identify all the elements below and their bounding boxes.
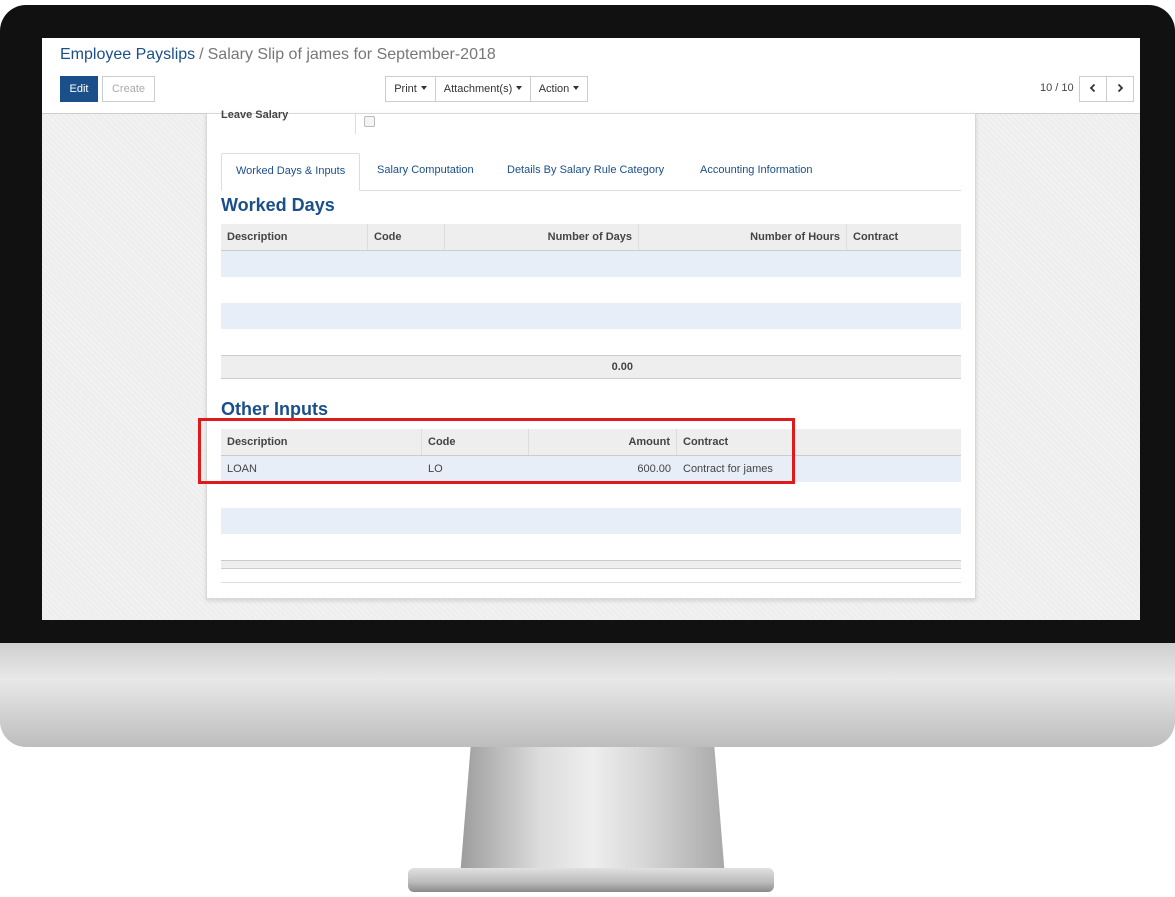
pager-previous-button[interactable] (1079, 76, 1107, 102)
caret-down-icon (420, 86, 427, 90)
table-row (221, 251, 961, 277)
table-row (221, 534, 961, 560)
breadcrumb-parent-link[interactable]: Employee Payslips (60, 46, 195, 63)
chevron-left-icon (1089, 83, 1096, 93)
table-row (221, 508, 961, 534)
breadcrumb-current: Salary Slip of james for September-2018 (207, 46, 496, 63)
field-divider (355, 114, 356, 134)
monitor-stand-base (408, 868, 774, 892)
pager-value[interactable]: 10 / 10 (1040, 82, 1074, 94)
table-row (221, 482, 961, 509)
caret-down-icon (516, 86, 523, 90)
table-header: Description Code Number of Days Number o… (221, 224, 961, 251)
attachments-label: Attachment(s) (443, 83, 513, 95)
tab-salary-computation[interactable]: Salary Computation (363, 153, 488, 190)
pager-next-button[interactable] (1106, 76, 1134, 102)
column-header[interactable]: Contract (847, 224, 961, 250)
tab-worked-days-inputs[interactable]: Worked Days & Inputs (221, 153, 361, 191)
table-row (221, 277, 961, 303)
tab-accounting-information[interactable]: Accounting Information (686, 153, 827, 190)
control-panel: Employee Payslips / Salary Slip of james f… (42, 38, 1140, 114)
leave-salary-checkbox[interactable] (364, 116, 375, 127)
worked-days-title: Worked Days (221, 195, 335, 215)
action-label: Action (538, 83, 570, 95)
column-header[interactable]: Number of Days (445, 224, 639, 250)
leave-salary-label: Leave Salary (221, 109, 289, 121)
print-dropdown-button[interactable]: Print (385, 76, 436, 102)
table-footer (221, 560, 961, 569)
table-bottom-border (221, 582, 961, 583)
breadcrumb-separator: / (199, 46, 204, 63)
form-sheet: Leave Salary Worked Days & Inputs Salary… (206, 109, 976, 599)
monitor-chin (0, 643, 1175, 747)
worked-days-table: Description Code Number of Days Number o… (221, 224, 961, 380)
create-button[interactable]: Create (102, 76, 155, 102)
action-dropdown-button[interactable]: Action (530, 76, 588, 102)
table-row (221, 303, 961, 329)
table-row (221, 329, 961, 355)
caret-down-icon (573, 86, 580, 90)
highlight-annotation-box (198, 418, 795, 484)
column-header[interactable]: Description (221, 224, 368, 250)
total-days-value: 0.00 (611, 361, 633, 373)
screen: Employee Payslips / Salary Slip of james f… (42, 38, 1140, 620)
tab-details-by-salary-rule-category[interactable]: Details By Salary Rule Category (493, 153, 678, 190)
attachments-dropdown-button[interactable]: Attachment(s) (435, 76, 531, 102)
column-header[interactable]: Number of Hours (639, 224, 847, 250)
notebook-tabs: Worked Days & Inputs Salary Computation … (221, 153, 961, 191)
column-header[interactable]: Code (368, 224, 445, 250)
edit-button[interactable]: Edit (60, 76, 98, 102)
print-label: Print (394, 83, 417, 95)
breadcrumb: Employee Payslips / Salary Slip of james f… (60, 46, 496, 64)
monitor-stand-neck (460, 747, 725, 877)
other-inputs-title: Other Inputs (221, 399, 328, 419)
table-footer: 0.00 (221, 355, 961, 379)
chevron-right-icon (1117, 83, 1124, 93)
